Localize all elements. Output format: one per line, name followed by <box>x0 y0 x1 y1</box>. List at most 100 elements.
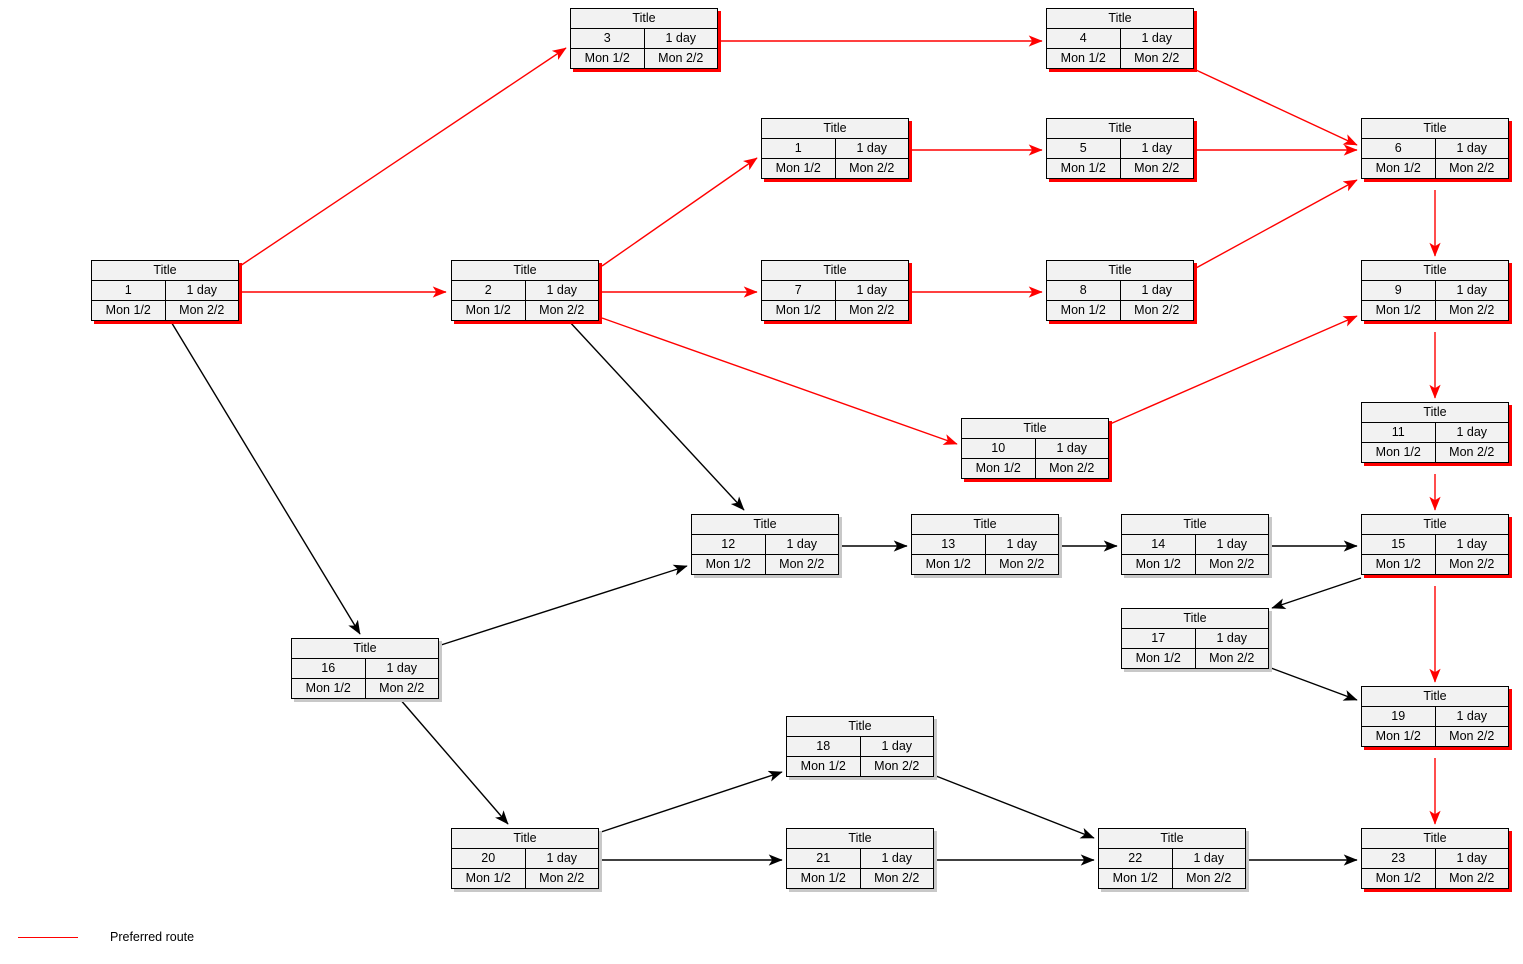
node-duration: 1 day <box>881 851 913 865</box>
task-node-1[interactable]: Title 1 1 day Mon 1/2 Mon 2/2 <box>91 260 239 321</box>
task-node-1[interactable]: Title 1 1 day Mon 1/2 Mon 2/2 <box>761 118 909 179</box>
node-title: Title <box>1160 831 1184 845</box>
node-finish-date: Mon 2/2 <box>1134 303 1180 317</box>
task-node-8[interactable]: Title 8 1 day Mon 1/2 Mon 2/2 <box>1046 260 1194 321</box>
node-id: 13 <box>912 535 986 554</box>
legend-preferred-route-line <box>18 936 78 938</box>
node-id: 20 <box>452 849 526 868</box>
node-duration: 1 day <box>1456 537 1488 551</box>
node-finish-date: Mon 2/2 <box>179 303 225 317</box>
node-start-date: Mon 1/2 <box>692 555 766 574</box>
node-id: 17 <box>1122 629 1196 648</box>
node-title: Title <box>513 831 537 845</box>
node-title: Title <box>753 517 777 531</box>
node-start-date: Mon 1/2 <box>1362 443 1436 462</box>
node-finish-date: Mon 2/2 <box>1134 161 1180 175</box>
task-node-10[interactable]: Title 10 1 day Mon 1/2 Mon 2/2 <box>961 418 1109 479</box>
node-finish-date: Mon 2/2 <box>658 51 704 65</box>
node-start-date: Mon 1/2 <box>1362 301 1436 320</box>
node-id: 15 <box>1362 535 1436 554</box>
task-node-4[interactable]: Title 4 1 day Mon 1/2 Mon 2/2 <box>1046 8 1194 69</box>
edge-n2-to-n10 <box>601 317 958 445</box>
node-finish-date: Mon 2/2 <box>849 303 895 317</box>
task-node-11[interactable]: Title 11 1 day Mon 1/2 Mon 2/2 <box>1361 402 1509 463</box>
edge-n17-to-n19 <box>1270 667 1358 701</box>
node-start-date: Mon 1/2 <box>1047 301 1121 320</box>
task-node-19[interactable]: Title 19 1 day Mon 1/2 Mon 2/2 <box>1361 686 1509 747</box>
task-node-7[interactable]: Title 7 1 day Mon 1/2 Mon 2/2 <box>761 260 909 321</box>
edge-n15-to-n17 <box>1271 577 1362 610</box>
node-start-date: Mon 1/2 <box>571 49 645 68</box>
node-finish-date: Mon 2/2 <box>1449 303 1495 317</box>
node-start-date: Mon 1/2 <box>92 301 166 320</box>
network-diagram-canvas: Title 1 1 day Mon 1/2 Mon 2/2 Title 2 1 day Mon … <box>0 0 1523 964</box>
node-title: Title <box>1023 421 1047 435</box>
task-node-12[interactable]: Title 12 1 day Mon 1/2 Mon 2/2 <box>691 514 839 575</box>
edge-n18-to-n22 <box>935 775 1095 839</box>
node-title: Title <box>973 517 997 531</box>
node-title: Title <box>1108 11 1132 25</box>
node-duration: 1 day <box>881 739 913 753</box>
node-title: Title <box>1423 405 1447 419</box>
task-node-18[interactable]: Title 18 1 day Mon 1/2 Mon 2/2 <box>786 716 934 777</box>
node-duration: 1 day <box>186 283 218 297</box>
node-start-date: Mon 1/2 <box>1362 727 1436 746</box>
node-id: 10 <box>962 439 1036 458</box>
node-id: 16 <box>292 659 366 678</box>
node-finish-date: Mon 2/2 <box>1449 161 1495 175</box>
task-node-3[interactable]: Title 3 1 day Mon 1/2 Mon 2/2 <box>570 8 718 69</box>
node-finish-date: Mon 2/2 <box>999 557 1045 571</box>
node-duration: 1 day <box>1456 851 1488 865</box>
legend: Preferred route <box>18 930 194 944</box>
task-node-17[interactable]: Title 17 1 day Mon 1/2 Mon 2/2 <box>1121 608 1269 669</box>
edge-n16-to-n12 <box>440 564 688 646</box>
node-finish-date: Mon 2/2 <box>1449 729 1495 743</box>
node-finish-date: Mon 2/2 <box>874 871 920 885</box>
node-title: Title <box>1423 831 1447 845</box>
task-node-9[interactable]: Title 9 1 day Mon 1/2 Mon 2/2 <box>1361 260 1509 321</box>
task-node-21[interactable]: Title 21 1 day Mon 1/2 Mon 2/2 <box>786 828 934 889</box>
task-node-13[interactable]: Title 13 1 day Mon 1/2 Mon 2/2 <box>911 514 1059 575</box>
node-duration: 1 day <box>856 283 888 297</box>
node-start-date: Mon 1/2 <box>762 159 836 178</box>
node-duration: 1 day <box>546 283 578 297</box>
node-id: 22 <box>1099 849 1173 868</box>
task-node-23[interactable]: Title 23 1 day Mon 1/2 Mon 2/2 <box>1361 828 1509 889</box>
task-node-22[interactable]: Title 22 1 day Mon 1/2 Mon 2/2 <box>1098 828 1246 889</box>
task-node-2[interactable]: Title 2 1 day Mon 1/2 Mon 2/2 <box>451 260 599 321</box>
edge-n2-to-n12 <box>567 319 745 511</box>
node-duration: 1 day <box>1456 141 1488 155</box>
node-title: Title <box>153 263 177 277</box>
task-node-16[interactable]: Title 16 1 day Mon 1/2 Mon 2/2 <box>291 638 439 699</box>
edge-n10-to-n9 <box>1109 315 1358 425</box>
task-node-20[interactable]: Title 20 1 day Mon 1/2 Mon 2/2 <box>451 828 599 889</box>
node-duration: 1 day <box>1141 31 1173 45</box>
node-finish-date: Mon 2/2 <box>1449 871 1495 885</box>
node-id: 6 <box>1362 139 1436 158</box>
task-node-14[interactable]: Title 14 1 day Mon 1/2 Mon 2/2 <box>1121 514 1269 575</box>
node-start-date: Mon 1/2 <box>1099 869 1173 888</box>
node-title: Title <box>632 11 656 25</box>
task-node-6[interactable]: Title 6 1 day Mon 1/2 Mon 2/2 <box>1361 118 1509 179</box>
node-finish-date: Mon 2/2 <box>539 871 585 885</box>
node-start-date: Mon 1/2 <box>762 301 836 320</box>
node-id: 7 <box>762 281 836 300</box>
node-finish-date: Mon 2/2 <box>379 681 425 695</box>
node-id: 12 <box>692 535 766 554</box>
legend-preferred-route-label: Preferred route <box>110 930 195 944</box>
node-duration: 1 day <box>1193 851 1225 865</box>
node-finish-date: Mon 2/2 <box>779 557 825 571</box>
node-title: Title <box>1423 517 1447 531</box>
node-start-date: Mon 1/2 <box>787 757 861 776</box>
task-node-5[interactable]: Title 5 1 day Mon 1/2 Mon 2/2 <box>1046 118 1194 179</box>
node-duration: 1 day <box>1456 709 1488 723</box>
node-id: 8 <box>1047 281 1121 300</box>
node-id: 21 <box>787 849 861 868</box>
node-start-date: Mon 1/2 <box>1122 649 1196 668</box>
node-finish-date: Mon 2/2 <box>1049 461 1095 475</box>
node-duration: 1 day <box>1456 425 1488 439</box>
task-node-15[interactable]: Title 15 1 day Mon 1/2 Mon 2/2 <box>1361 514 1509 575</box>
edge-n2-to-n1b <box>601 157 758 267</box>
node-duration: 1 day <box>1456 283 1488 297</box>
node-start-date: Mon 1/2 <box>1362 869 1436 888</box>
